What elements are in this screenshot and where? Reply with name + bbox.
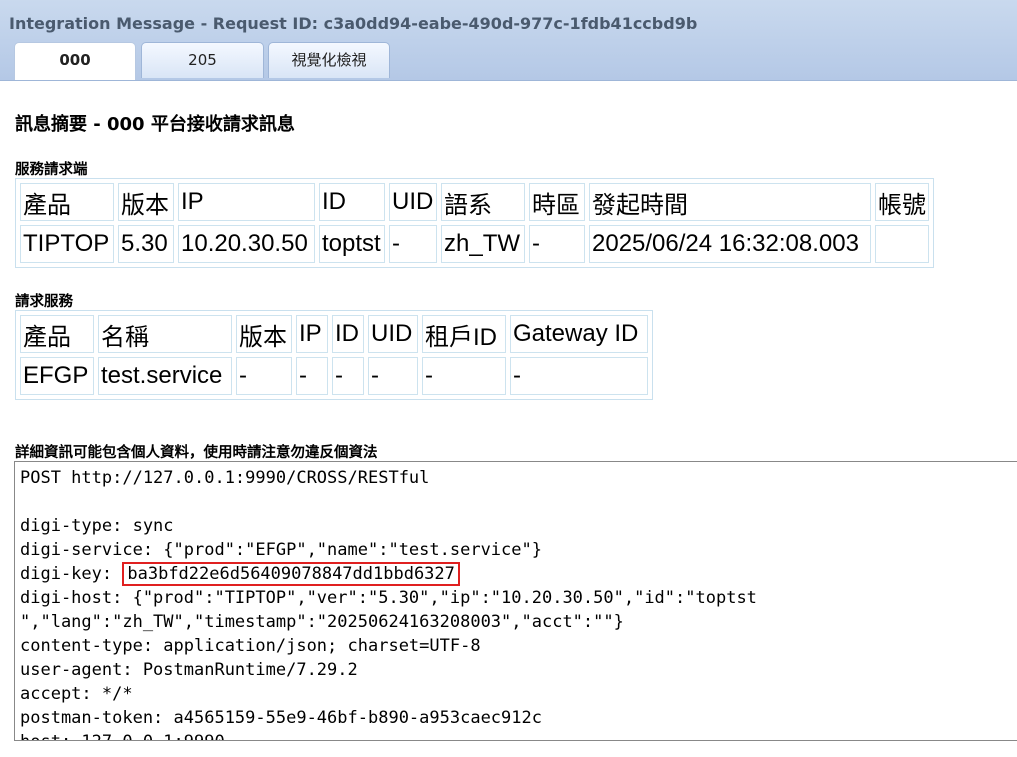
digi-service-line: digi-service: {"prod":"EFGP","name":"tes…: [20, 540, 542, 560]
service-header-row: 產品 名稱 版本 IP ID UID 租戶ID Gateway ID: [20, 315, 648, 353]
header-cell: 時區: [529, 183, 585, 221]
value-cell: -: [529, 225, 585, 263]
header-cell: 發起時間: [589, 183, 871, 221]
value-cell: -: [510, 357, 648, 395]
digi-host-line: digi-host: {"prod":"TIPTOP","ver":"5.30"…: [20, 588, 757, 608]
tab-205[interactable]: 205: [141, 42, 264, 78]
service-value-row: EFGP test.service - - - - - -: [20, 357, 648, 395]
requester-table: 產品 版本 IP ID UID 語系 時區 發起時間 帳號 TIPTOP 5.3…: [15, 178, 934, 268]
service-label: 請求服務: [15, 294, 73, 310]
requester-header-row: 產品 版本 IP ID UID 語系 時區 發起時間 帳號: [20, 183, 929, 221]
value-cell: -: [368, 357, 418, 395]
digi-type-line: digi-type: sync: [20, 516, 174, 536]
header-cell: 產品: [20, 183, 114, 221]
requester-value-row: TIPTOP 5.30 10.20.30.50 toptst - zh_TW -…: [20, 225, 929, 263]
digi-key-highlight: ba3bfd22e6d56409078847dd1bbd6327: [122, 562, 460, 586]
value-cell: test.service: [98, 357, 232, 395]
header-cell: ID: [319, 183, 385, 221]
window-titlebar: Integration Message - Request ID: c3a0dd…: [0, 0, 1017, 81]
header-cell: 語系: [441, 183, 525, 221]
details-textarea[interactable]: POST http://127.0.0.1:9990/CROSS/RESTful…: [14, 461, 1017, 741]
header-cell: Gateway ID: [510, 315, 648, 353]
value-cell: zh_TW: [441, 225, 525, 263]
digi-host-line-continued: ","lang":"zh_TW","timestamp":"2025062416…: [20, 612, 624, 632]
value-cell: 10.20.30.50: [178, 225, 315, 263]
accept-line: accept: */*: [20, 684, 133, 704]
value-cell: -: [422, 357, 506, 395]
header-cell: UID: [389, 183, 437, 221]
header-cell: 名稱: [98, 315, 232, 353]
tab-visual-view[interactable]: 視覺化檢視: [268, 42, 390, 78]
requester-label: 服務請求端: [15, 162, 88, 178]
value-cell: -: [236, 357, 292, 395]
digi-key-label: digi-key:: [20, 564, 113, 584]
value-cell: 5.30: [118, 225, 174, 263]
header-cell: 產品: [20, 315, 94, 353]
value-cell: 2025/06/24 16:32:08.003: [589, 225, 871, 263]
header-cell: 租戶ID: [422, 315, 506, 353]
value-cell: -: [389, 225, 437, 263]
value-cell: -: [332, 357, 364, 395]
value-cell: TIPTOP: [20, 225, 114, 263]
details-label: 詳細資訊可能包含個人資料，使用時請注意勿違反個資法: [15, 445, 378, 461]
content-type-line: content-type: application/json; charset=…: [20, 636, 481, 656]
header-cell: IP: [178, 183, 315, 221]
value-cell: EFGP: [20, 357, 94, 395]
tab-000[interactable]: 000: [14, 42, 136, 80]
postman-token-line: postman-token: a4565159-55e9-46bf-b890-a…: [20, 708, 542, 728]
window-title: Integration Message - Request ID: c3a0dd…: [9, 14, 698, 33]
header-cell: 版本: [118, 183, 174, 221]
value-cell: toptst: [319, 225, 385, 263]
details-content: POST http://127.0.0.1:9990/CROSS/RESTful…: [15, 462, 1017, 740]
value-cell: -: [296, 357, 328, 395]
service-table: 產品 名稱 版本 IP ID UID 租戶ID Gateway ID EFGP …: [15, 310, 653, 400]
header-cell: 帳號: [875, 183, 929, 221]
header-cell: UID: [368, 315, 418, 353]
header-cell: IP: [296, 315, 328, 353]
request-line: POST http://127.0.0.1:9990/CROSS/RESTful: [20, 468, 430, 488]
user-agent-line: user-agent: PostmanRuntime/7.29.2: [20, 660, 358, 680]
host-line: host: 127.0.0.1:9990: [20, 732, 225, 740]
summary-heading: 訊息摘要 - 000 平台接收請求訊息: [15, 114, 295, 135]
header-cell: 版本: [236, 315, 292, 353]
header-cell: ID: [332, 315, 364, 353]
value-cell: [875, 225, 929, 263]
